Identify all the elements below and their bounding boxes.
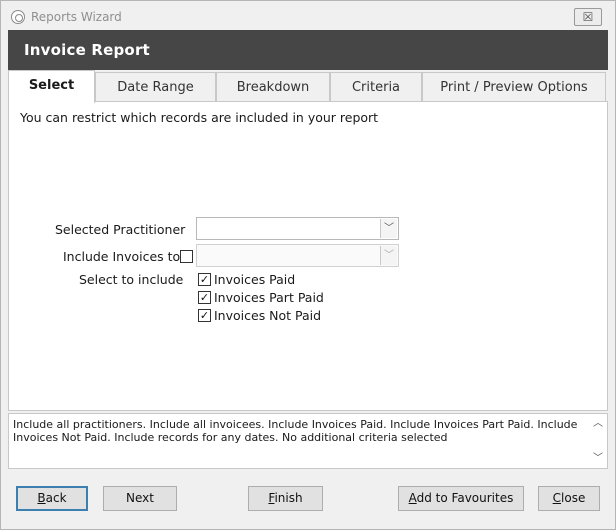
reports-wizard-window: Reports Wizard ☒ Invoice Report Select D…: [0, 0, 616, 530]
invoices-not-paid-label: Invoices Not Paid: [214, 308, 322, 323]
back-label-rest: ack: [45, 491, 67, 505]
invoices-paid-checkbox[interactable]: ✓: [198, 273, 211, 286]
add-mnemonic: A: [408, 491, 417, 505]
back-mnemonic: B: [37, 491, 46, 505]
add-to-favourites-button[interactable]: Add to Favourites: [398, 486, 524, 511]
back-button[interactable]: Back: [16, 486, 88, 511]
wizard-tabs: Select Date Range Breakdown Criteria Pri…: [8, 70, 608, 103]
title-bar: Reports Wizard ☒: [1, 1, 615, 31]
invoices-not-paid-checkbox[interactable]: ✓: [198, 309, 211, 322]
scroll-up-icon[interactable]: ︿: [592, 418, 604, 430]
tab-criteria[interactable]: Criteria: [330, 72, 422, 102]
intro-text: You can restrict which records are inclu…: [20, 110, 379, 125]
invoices-to-dropdown[interactable]: ﹀: [196, 244, 399, 267]
include-invoices-to-label: Include Invoices to: [63, 249, 181, 264]
window-title: Reports Wizard: [31, 10, 122, 24]
close-label-rest: lose: [561, 491, 586, 505]
close-window-button[interactable]: ☒: [574, 8, 602, 26]
report-header: Invoice Report: [8, 30, 608, 70]
tab-select[interactable]: Select: [8, 70, 95, 103]
tab-print-preview-options[interactable]: Print / Preview Options: [422, 72, 606, 102]
select-to-include-label: Select to include: [79, 272, 184, 287]
invoices-part-paid-checkbox[interactable]: ✓: [198, 291, 211, 304]
chevron-down-icon[interactable]: ﹀: [380, 246, 397, 265]
summary-textbox[interactable]: Include all practitioners. Include all i…: [8, 413, 608, 469]
report-title: Invoice Report: [24, 41, 150, 59]
app-icon: [11, 10, 25, 24]
invoices-paid-label: Invoices Paid: [214, 272, 296, 287]
select-panel: You can restrict which records are inclu…: [8, 101, 608, 411]
chevron-down-icon[interactable]: ﹀: [380, 219, 397, 238]
invoices-part-paid-label: Invoices Part Paid: [214, 290, 324, 305]
finish-button[interactable]: Finish: [248, 486, 323, 511]
practitioner-dropdown[interactable]: ﹀: [196, 217, 399, 240]
close-button[interactable]: Close: [538, 486, 600, 511]
include-invoices-to-checkbox[interactable]: [180, 250, 193, 263]
tab-breakdown[interactable]: Breakdown: [216, 72, 330, 102]
add-label-rest: dd to Favourites: [416, 491, 514, 505]
close-mnemonic: C: [552, 491, 562, 505]
tab-date-range[interactable]: Date Range: [95, 72, 216, 102]
scroll-down-icon[interactable]: ﹀: [592, 453, 604, 465]
next-button[interactable]: Next: [103, 486, 177, 511]
summary-text: Include all practitioners. Include all i…: [13, 418, 578, 444]
practitioner-label: Selected Practitioner: [55, 222, 186, 237]
finish-label-rest: inish: [274, 491, 303, 505]
